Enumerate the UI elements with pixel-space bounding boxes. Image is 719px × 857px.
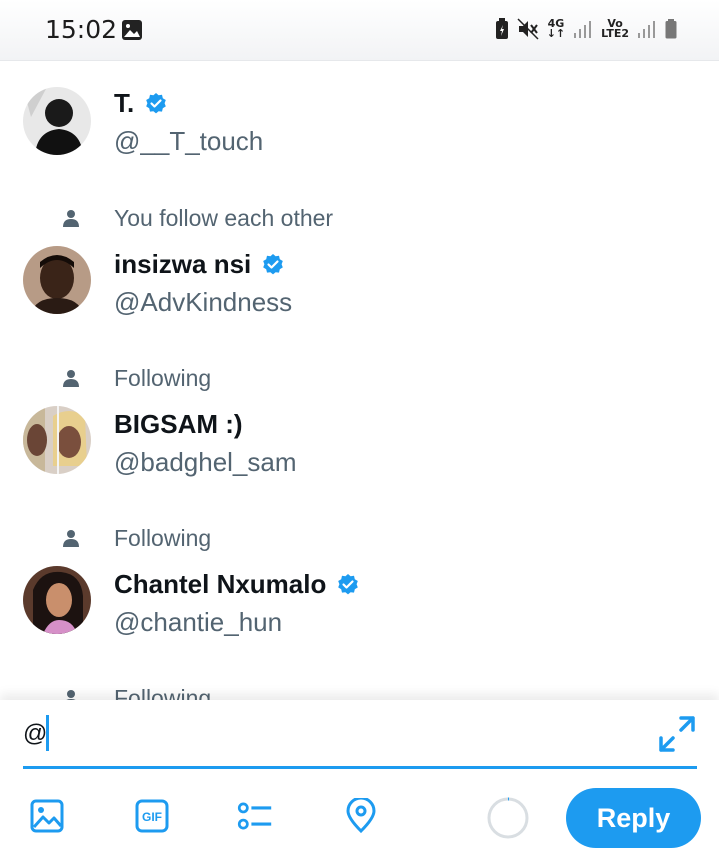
avatar (23, 246, 91, 314)
poll-icon[interactable] (237, 798, 273, 834)
reply-button[interactable]: Reply (566, 788, 701, 848)
display-name: insizwa nsi (114, 249, 285, 280)
social-context: Following (62, 523, 211, 553)
gallery-notification-icon (122, 20, 142, 40)
social-context: Following (62, 363, 211, 393)
expand-icon[interactable] (657, 714, 697, 754)
text-cursor (46, 715, 49, 751)
user-handle: @chantie_hun (114, 607, 283, 637)
user-suggestion-row[interactable]: Following Chantel Nxumalo @chantie_hun (0, 523, 719, 648)
reply-input[interactable]: @ (23, 714, 697, 754)
compose-area: @ GIF Reply (0, 700, 719, 857)
person-icon (63, 370, 79, 387)
input-underline (23, 766, 697, 769)
verified-badge-icon (146, 92, 167, 113)
verified-badge-icon (263, 253, 284, 274)
user-suggestion-row[interactable]: Following (0, 683, 719, 700)
person-icon (66, 690, 76, 700)
svg-text:GIF: GIF (142, 810, 162, 824)
user-handle: @AdvKindness (114, 287, 293, 317)
display-name: Chantel Nxumalo (114, 569, 360, 600)
display-name: T. (114, 88, 168, 119)
image-icon[interactable] (29, 798, 65, 834)
data-arrows-icon: ↓↑ (546, 27, 566, 40)
social-context: You follow each other (62, 203, 333, 233)
status-bar: 15:02 4G ↓↑ Vo LTE2 (0, 0, 719, 61)
status-time: 15:02 (45, 15, 118, 44)
signal-2-icon (638, 21, 655, 38)
battery-saver-icon (495, 18, 508, 39)
user-suggestion-row[interactable]: T. @__T_touch (0, 82, 719, 172)
reply-input-text[interactable]: @ (23, 720, 47, 748)
avatar (23, 87, 91, 155)
user-suggestion-row[interactable]: Following BIGSAM :) @badghel_sam (0, 363, 719, 488)
compose-toolbar: GIF Reply (0, 788, 719, 848)
character-count-ring (487, 797, 529, 839)
mute-icon (517, 18, 539, 40)
avatar (23, 406, 91, 474)
network-indicator: 4G ↓↑ (546, 17, 566, 40)
verified-badge-icon (338, 573, 359, 594)
gif-icon[interactable]: GIF (134, 798, 170, 834)
status-icons: 4G ↓↑ Vo LTE2 (495, 18, 677, 40)
person-icon (63, 210, 79, 227)
user-suggestion-row[interactable]: You follow each other insizwa nsi @AdvKi… (0, 203, 719, 328)
social-context: Following (62, 683, 211, 700)
mention-suggestions-list[interactable]: T. @__T_touch You follow each other insi… (0, 60, 719, 700)
user-handle: @badghel_sam (114, 447, 297, 477)
user-handle: @__T_touch (114, 126, 264, 156)
signal-icon (574, 21, 592, 38)
avatar (23, 566, 91, 634)
person-icon (63, 530, 79, 547)
battery-icon (665, 19, 677, 39)
display-name: BIGSAM :) (114, 409, 243, 439)
volte-indicator: Vo LTE2 (601, 17, 629, 40)
location-icon[interactable] (343, 798, 379, 834)
